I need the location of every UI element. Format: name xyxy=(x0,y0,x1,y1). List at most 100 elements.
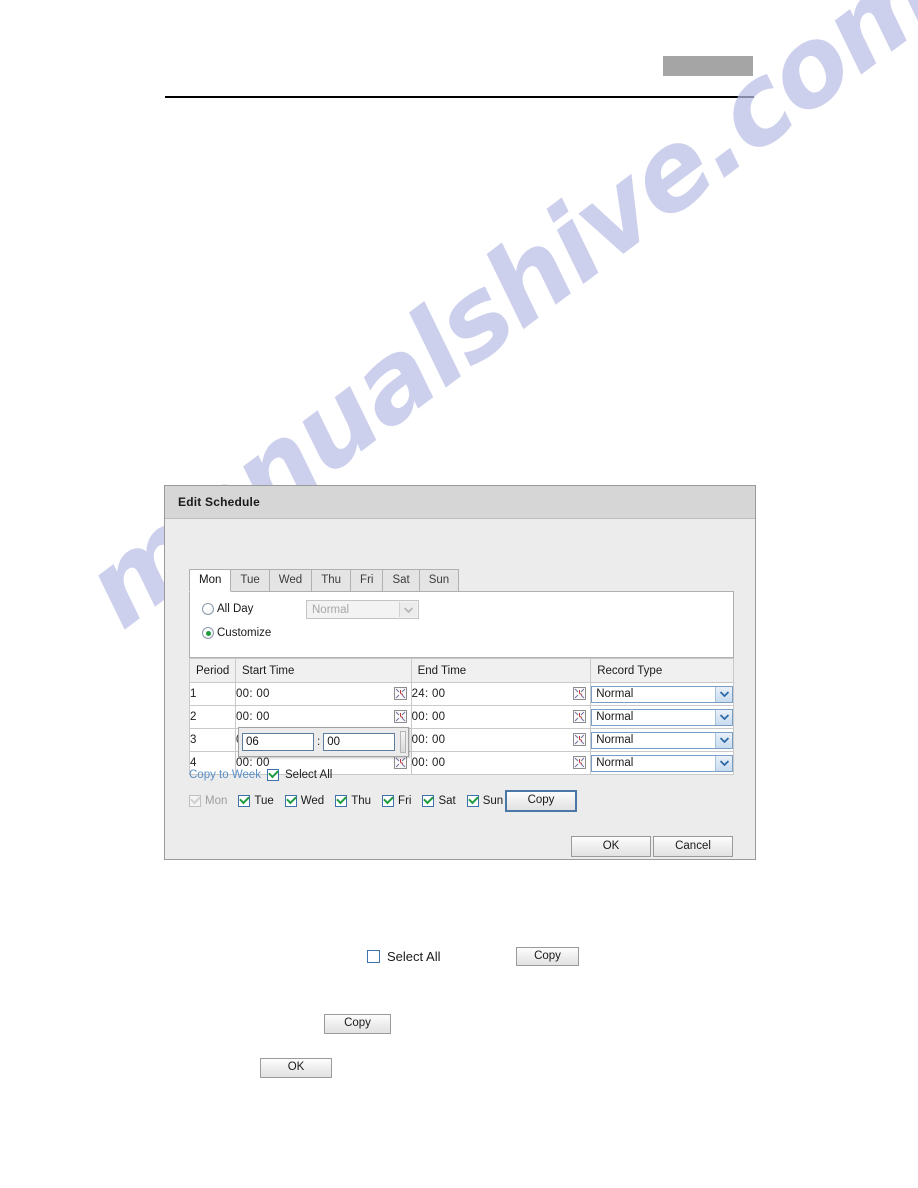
clock-picker-icon[interactable] xyxy=(572,709,587,724)
all-day-label: All Day xyxy=(217,603,254,615)
clock-picker-icon[interactable] xyxy=(393,686,408,701)
time-picker-hour-input[interactable] xyxy=(242,733,314,751)
chevron-down-icon xyxy=(399,602,417,617)
record-type-value: Normal xyxy=(596,688,634,700)
weekday-tue[interactable]: Tue xyxy=(238,795,274,807)
header-period: Period xyxy=(189,658,236,683)
weekday-thu-label: Thu xyxy=(351,795,372,807)
tab-sun[interactable]: Sun xyxy=(418,569,460,592)
copy-to-week-row: Copy to Week Select All xyxy=(189,769,332,781)
weekday-tue-checkbox[interactable] xyxy=(238,795,251,807)
record-type-cell-4[interactable]: Normal xyxy=(590,751,734,775)
copy-to-week-label: Copy to Week xyxy=(189,769,262,781)
tab-fri[interactable]: Fri xyxy=(350,569,384,592)
weekday-fri-checkbox[interactable] xyxy=(382,795,395,807)
time-picker-popup[interactable]: : xyxy=(238,727,409,757)
chevron-down-icon xyxy=(715,755,732,771)
bottom-copy-button-lower[interactable]: Copy xyxy=(324,1014,391,1034)
weekday-mon-label: Mon xyxy=(205,795,228,807)
record-type-value: Normal xyxy=(596,711,634,723)
start-time-cell-2[interactable]: 00: 00 xyxy=(234,705,412,729)
weekday-wed-checkbox[interactable] xyxy=(284,795,297,807)
record-type-cell-1[interactable]: Normal xyxy=(590,682,734,706)
end-time-value: 24: 00 xyxy=(411,688,446,700)
page-header xyxy=(0,0,918,110)
weekday-wed-label: Wed xyxy=(300,795,325,807)
record-type-value: Normal xyxy=(596,757,634,769)
record-type-value: Normal xyxy=(596,734,634,746)
schedule-mode-panel: All Day Normal Customize xyxy=(189,591,734,658)
start-time-cell-1[interactable]: 00: 00 xyxy=(234,682,412,706)
record-type-select[interactable]: Normal xyxy=(591,685,733,703)
record-type-select[interactable]: Normal xyxy=(591,754,733,772)
select-all-checkbox[interactable] xyxy=(267,769,280,781)
weekday-fri-label: Fri xyxy=(398,795,412,807)
weekday-sun[interactable]: Sun xyxy=(466,795,504,807)
tab-tue[interactable]: Tue xyxy=(230,569,270,592)
weekday-sun-label: Sun xyxy=(482,795,504,807)
table-header-row: Period Start Time End Time Record Type xyxy=(189,658,734,683)
all-day-record-type-select[interactable]: Normal xyxy=(306,600,419,619)
weekday-tue-label: Tue xyxy=(254,795,274,807)
end-time-value: 00: 00 xyxy=(411,711,446,723)
record-type-cell-2[interactable]: Normal xyxy=(590,705,734,729)
bottom-select-all-checkbox[interactable] xyxy=(367,950,380,963)
time-picker-spinner[interactable] xyxy=(400,731,406,753)
schedule-table: Period Start Time End Time Record Type 1… xyxy=(189,658,734,775)
weekday-sat-label: Sat xyxy=(438,795,456,807)
customize-label: Customize xyxy=(217,627,272,639)
day-tabs: Mon Tue Wed Thu Fri Sat Sun xyxy=(189,569,460,592)
clock-picker-icon[interactable] xyxy=(393,755,408,770)
weekday-thu[interactable]: Thu xyxy=(335,795,371,807)
period-number: 3 xyxy=(189,728,236,752)
header-redaction-bar xyxy=(663,56,753,76)
header-end-time: End Time xyxy=(410,658,592,683)
bottom-ok-button[interactable]: OK xyxy=(260,1058,332,1078)
bottom-copy-button-inline[interactable]: Copy xyxy=(516,947,579,966)
weekday-thu-checkbox[interactable] xyxy=(335,795,348,807)
start-time-value: 00: 00 xyxy=(235,711,270,723)
customize-radio[interactable] xyxy=(202,627,214,639)
weekday-sat-checkbox[interactable] xyxy=(422,795,435,807)
weekday-fri[interactable]: Fri xyxy=(382,795,411,807)
clock-picker-icon[interactable] xyxy=(572,732,587,747)
end-time-cell-4[interactable]: 00: 00 xyxy=(410,751,592,775)
dialog-title: Edit Schedule xyxy=(178,495,260,509)
weekday-sat[interactable]: Sat xyxy=(422,795,456,807)
copy-button[interactable]: Copy xyxy=(505,790,577,812)
cancel-button[interactable]: Cancel xyxy=(653,836,733,857)
customize-option-row[interactable]: Customize xyxy=(202,627,271,639)
header-divider-rule xyxy=(165,96,754,98)
tab-mon[interactable]: Mon xyxy=(189,569,232,592)
table-row: 2 00: 00 00: 00 Normal xyxy=(189,705,734,729)
chevron-down-icon xyxy=(715,709,732,725)
end-time-cell-2[interactable]: 00: 00 xyxy=(410,705,592,729)
all-day-record-type-value: Normal xyxy=(312,603,350,616)
tab-wed[interactable]: Wed xyxy=(268,569,313,592)
end-time-cell-1[interactable]: 24: 00 xyxy=(410,682,592,706)
bottom-select-all-label: Select All xyxy=(387,949,441,964)
bottom-select-all-row: Select All xyxy=(367,949,440,964)
record-type-select[interactable]: Normal xyxy=(591,708,733,726)
weekday-sun-checkbox[interactable] xyxy=(466,795,479,807)
clock-picker-icon[interactable] xyxy=(572,755,587,770)
dialog-titlebar: Edit Schedule xyxy=(165,486,755,519)
table-row: 1 00: 00 24: 00 Normal xyxy=(189,682,734,706)
time-picker-minute-input[interactable] xyxy=(323,733,396,751)
all-day-radio[interactable] xyxy=(202,603,214,615)
record-type-cell-3[interactable]: Normal xyxy=(590,728,734,752)
weekday-mon-checkbox xyxy=(189,795,201,807)
start-time-value: 00: 00 xyxy=(235,688,270,700)
record-type-select[interactable]: Normal xyxy=(591,731,733,749)
tab-sat[interactable]: Sat xyxy=(382,569,420,592)
time-picker-separator: : xyxy=(317,736,321,748)
dialog-body: Mon Tue Wed Thu Fri Sat Sun All Day Norm… xyxy=(165,519,755,859)
end-time-cell-3[interactable]: 00: 00 xyxy=(410,728,592,752)
tab-thu[interactable]: Thu xyxy=(311,569,352,592)
all-day-option-row[interactable]: All Day xyxy=(202,603,253,615)
header-record-type: Record Type xyxy=(590,658,734,683)
ok-button[interactable]: OK xyxy=(571,836,651,857)
clock-picker-icon[interactable] xyxy=(572,686,587,701)
clock-picker-icon[interactable] xyxy=(393,709,408,724)
weekday-wed[interactable]: Wed xyxy=(284,795,325,807)
